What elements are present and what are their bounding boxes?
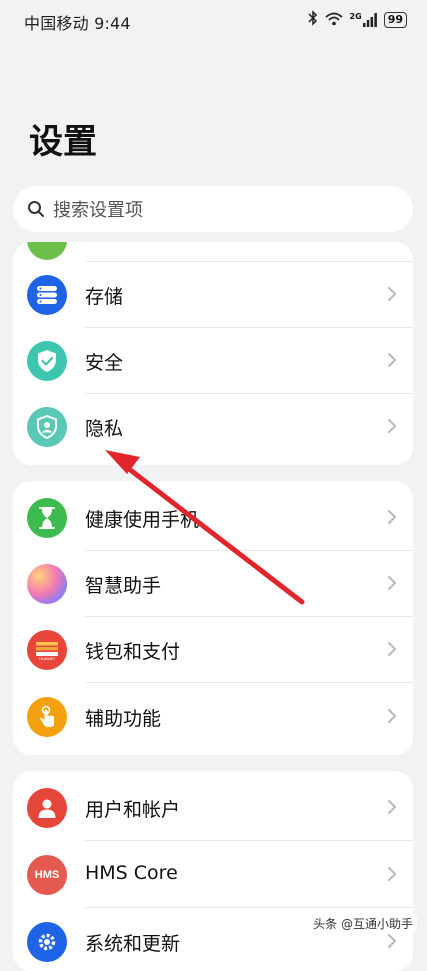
search-input[interactable]: 搜索设置项 xyxy=(13,186,413,232)
settings-item-label: HMS Core xyxy=(85,862,178,884)
status-bar: 中国移动 9:44 2G 99 xyxy=(0,0,427,40)
storage-icon xyxy=(27,275,67,315)
settings-item-label: 健康使用手机 xyxy=(85,509,200,531)
settings-item-label: 辅助功能 xyxy=(85,708,162,730)
status-icons: 2G 99 xyxy=(308,10,407,30)
settings-group-1: 存储 安全 隐私 xyxy=(13,242,413,465)
chevron-right-icon xyxy=(387,352,397,372)
user-icon xyxy=(27,788,67,828)
chevron-right-icon xyxy=(387,866,397,886)
wifi-icon xyxy=(324,11,343,30)
settings-item-label: 钱包和支付 xyxy=(85,641,181,663)
settings-item-security[interactable]: 安全 xyxy=(13,328,413,394)
settings-item-smart-assistant[interactable]: 智慧助手 xyxy=(13,551,413,617)
settings-item-label: 隐私 xyxy=(85,418,124,440)
settings-item-digital-balance[interactable]: 健康使用手机 xyxy=(13,485,413,551)
carrier-time: 中国移动 9:44 xyxy=(24,14,131,33)
chevron-right-icon xyxy=(387,708,397,728)
chevron-right-icon xyxy=(387,286,397,306)
partial-row xyxy=(13,242,413,262)
settings-item-label: 用户和帐户 xyxy=(85,799,181,821)
search-placeholder: 搜索设置项 xyxy=(53,200,143,221)
search-icon xyxy=(27,200,45,218)
settings-group-2: 健康使用手机 智慧助手 HUAWEI 钱包和支付 辅助功能 xyxy=(13,481,413,755)
chevron-right-icon xyxy=(387,575,397,595)
privacy-shield-icon xyxy=(27,407,67,447)
chevron-right-icon xyxy=(387,418,397,438)
hms-icon: HMS xyxy=(27,855,67,895)
watermark: 头条 @互通小助手 xyxy=(309,914,417,933)
settings-item-label: 存储 xyxy=(85,286,124,308)
settings-item-hms-core[interactable]: HMS HMS Core xyxy=(13,842,413,908)
settings-item-storage[interactable]: 存储 xyxy=(13,262,413,328)
wallet-icon-text: HUAWEI xyxy=(39,656,55,661)
page-title: 设置 xyxy=(29,122,97,162)
settings-item-label: 智慧助手 xyxy=(85,575,162,597)
chevron-right-icon xyxy=(387,641,397,661)
signal-icon: 2G xyxy=(350,13,377,27)
network-type: 2G xyxy=(349,12,362,21)
shield-check-icon xyxy=(27,341,67,381)
partial-row-icon xyxy=(27,242,67,260)
chevron-right-icon xyxy=(387,509,397,529)
touch-hand-icon xyxy=(27,697,67,737)
wallet-icon: HUAWEI xyxy=(27,630,67,670)
settings-item-accessibility[interactable]: 辅助功能 xyxy=(13,684,413,750)
settings-item-users[interactable]: 用户和帐户 xyxy=(13,775,413,841)
hourglass-icon xyxy=(27,498,67,538)
battery-indicator: 99 xyxy=(383,12,407,28)
assistant-orb-icon xyxy=(27,564,67,604)
settings-item-wallet[interactable]: HUAWEI 钱包和支付 xyxy=(13,617,413,683)
chevron-right-icon xyxy=(387,799,397,819)
chevron-right-icon xyxy=(387,933,397,953)
gear-icon xyxy=(27,922,67,962)
settings-item-privacy[interactable]: 隐私 xyxy=(13,394,413,460)
bluetooth-icon xyxy=(308,10,318,30)
settings-item-label: 安全 xyxy=(85,352,124,374)
settings-item-label: 系统和更新 xyxy=(85,933,181,955)
hms-icon-text: HMS xyxy=(34,869,60,881)
settings-group-3: 用户和帐户 HMS HMS Core 系统和更新 xyxy=(13,771,413,971)
